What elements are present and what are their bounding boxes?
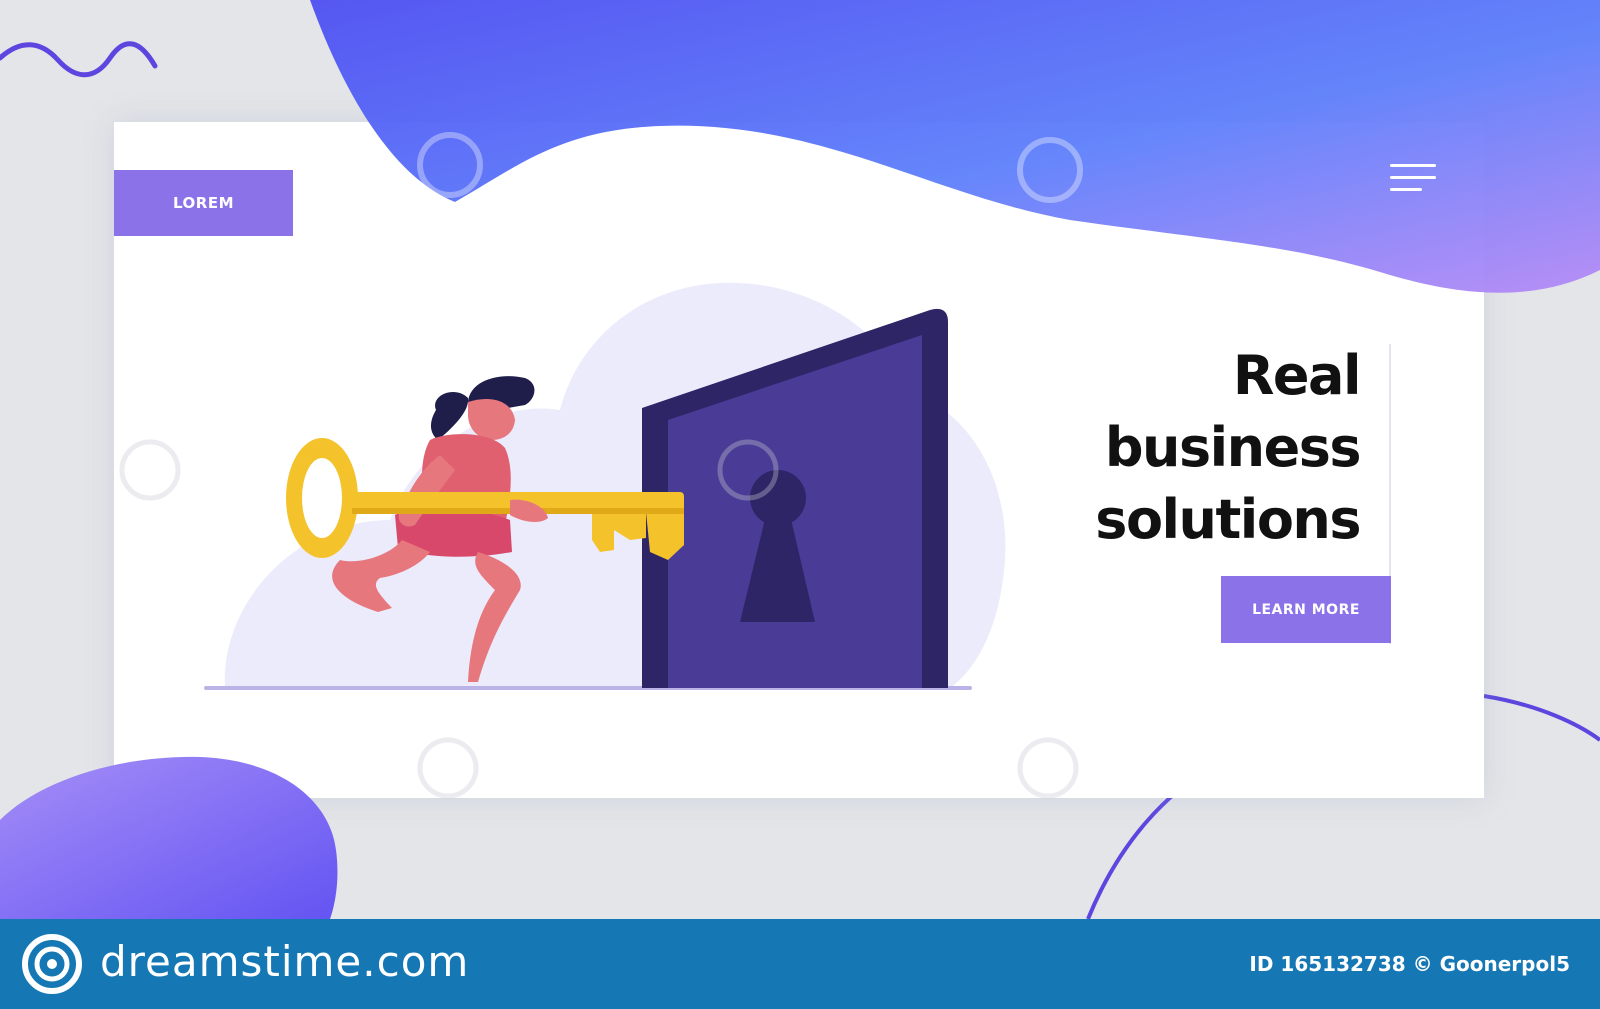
hero-title: Real business solutions (1040, 340, 1362, 556)
hero-title-line: solutions (1095, 488, 1361, 551)
watermark-footer: dreamstime.com ID 165132738 © Goonerpol5 (0, 919, 1600, 1009)
top-wave-blob (310, 0, 1600, 293)
dreamstime-logo-icon (22, 934, 82, 994)
logo-button[interactable]: LOREM (114, 170, 293, 236)
footer-brand: dreamstime.com (100, 937, 470, 986)
menu-line (1390, 164, 1436, 167)
bottom-left-blob (0, 756, 338, 919)
hero-title-line: Real (1232, 344, 1362, 407)
footer-image-id: ID 165132738 © Goonerpol5 (1249, 952, 1570, 976)
learn-more-button[interactable]: LEARN MORE (1221, 576, 1391, 643)
hamburger-menu-icon[interactable] (1384, 160, 1440, 196)
hero-illustration (0, 0, 1600, 919)
hero-title-line: business (1104, 416, 1362, 479)
menu-line (1390, 188, 1422, 191)
menu-line (1390, 176, 1436, 179)
